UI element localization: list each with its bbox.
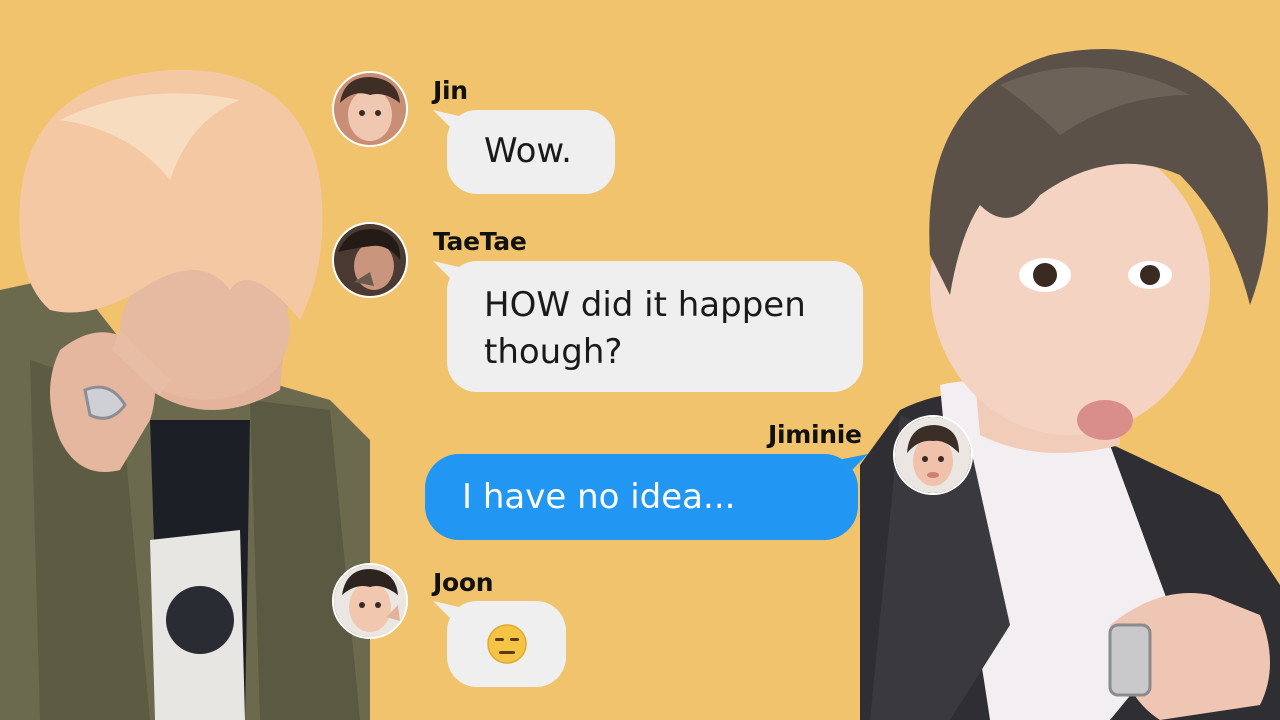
- sender-name: Jin: [433, 76, 468, 105]
- sender-name: TaeTae: [433, 227, 527, 256]
- jiminie-avatar[interactable]: [893, 415, 973, 495]
- bubble-tail: [838, 454, 868, 478]
- sender-name: Jiminie: [768, 420, 862, 449]
- message-bubble[interactable]: I have no idea...: [425, 454, 858, 540]
- left-person-photo: [0, 60, 370, 720]
- taetae-avatar[interactable]: [332, 222, 408, 298]
- message-text: I have no idea...: [462, 477, 736, 517]
- expressionless-face-icon: [486, 624, 527, 664]
- jin-avatar[interactable]: [332, 71, 408, 147]
- message-text-line: though?: [484, 332, 623, 372]
- message-bubble[interactable]: 😑: [447, 601, 566, 687]
- message-text-line: HOW did it happen: [484, 285, 806, 325]
- sender-name: Joon: [433, 568, 494, 597]
- message-bubble[interactable]: Wow.: [447, 110, 615, 194]
- chat-story-canvas: Jin Wow. TaeTae HOW did it happen though…: [0, 0, 1280, 720]
- message-bubble[interactable]: HOW did it happen though?: [447, 261, 863, 392]
- message-text: Wow.: [484, 131, 572, 171]
- right-person-photo: [860, 25, 1280, 720]
- joon-avatar[interactable]: [332, 563, 408, 639]
